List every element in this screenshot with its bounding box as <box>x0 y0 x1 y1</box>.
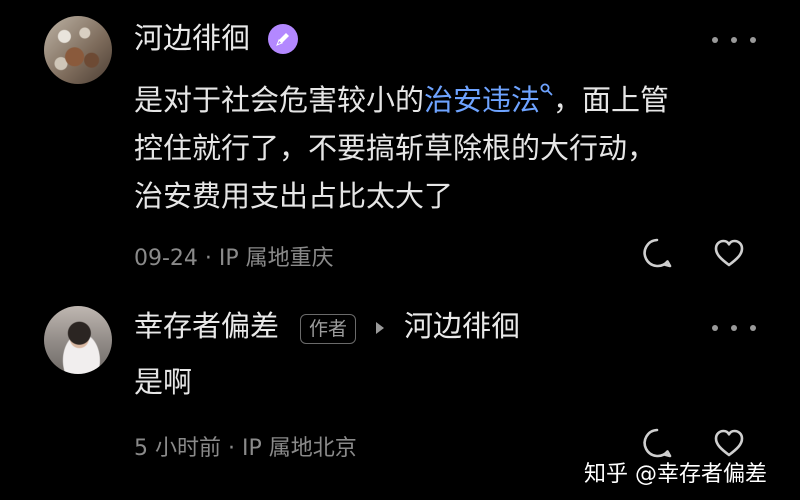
more-options-icon[interactable] <box>712 318 756 338</box>
comment-content-line: 控住就行了，不要搞斩草除根的大行动， <box>134 131 657 165</box>
watermark-text: 知乎 @幸存者偏差 <box>584 462 767 487</box>
keyword-link-text[interactable]: 治安违法 <box>424 83 540 117</box>
comment-item: 河边徘徊 是对于社会危害较小的治安违法 ，面上管 控住就行了，不要搞斩草除根的大行… <box>0 0 800 290</box>
verified-creator-badge-icon <box>268 24 298 54</box>
comment-text: 是对于社会危害较小的 <box>134 83 425 117</box>
reply-bubble-icon[interactable] <box>640 426 674 460</box>
reply-bubble-icon[interactable] <box>640 236 674 270</box>
search-link-icon <box>540 83 553 96</box>
heart-icon[interactable] <box>712 426 746 460</box>
comment-content: 是啊 <box>134 365 193 399</box>
comment-content-line: 治安费用支出占比太大了 <box>134 179 454 213</box>
comment-content: 是对于社会危害较小的治安违法 ，面上管 控住就行了，不要搞斩草除根的大行动， 治安… <box>134 76 774 220</box>
more-options-icon[interactable] <box>712 30 756 50</box>
keyword-search-link[interactable]: 治安违法 <box>424 83 553 117</box>
author-tag-badge: 作者 <box>300 314 357 344</box>
reply-arrow-icon <box>376 322 384 334</box>
comment-content-line: 是对于社会危害较小的治安违法 ，面上管 <box>134 76 774 124</box>
reply-to-name[interactable]: 河边徘徊 <box>404 312 520 341</box>
avatar[interactable] <box>44 16 112 84</box>
comment-meta: 09-24 · IP 属地重庆 <box>134 246 334 271</box>
heart-icon[interactable] <box>712 236 746 270</box>
avatar[interactable] <box>44 306 112 374</box>
comment-author-name[interactable]: 幸存者偏差 <box>134 312 279 341</box>
comment-text: ，面上管 <box>553 83 670 117</box>
comment-thread: 河边徘徊 是对于社会危害较小的治安违法 ，面上管 控住就行了，不要搞斩草除根的大行… <box>0 0 800 500</box>
comment-author-name[interactable]: 河边徘徊 <box>134 24 250 53</box>
comment-meta: 5 小时前 · IP 属地北京 <box>134 436 357 461</box>
